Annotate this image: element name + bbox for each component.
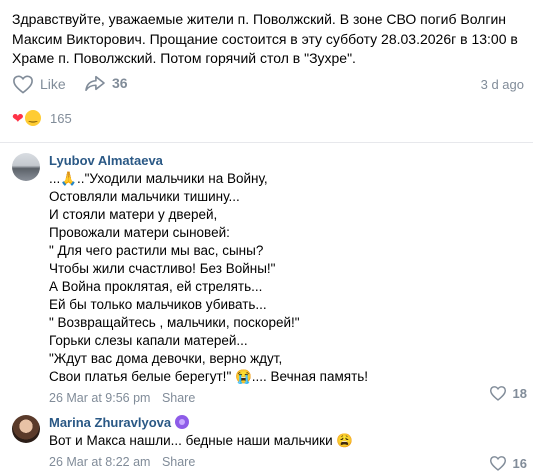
post-actions: Like 36 3 d ago [12,74,524,98]
post-text: Здравствуйте, уважаемые жители п. Поволж… [12,11,518,66]
comment-body: Marina Zhuravlyova Вот и Макса нашли... … [49,415,527,470]
comment-share-button[interactable]: Share [162,391,195,405]
like-button[interactable]: Like [12,74,66,94]
reactions-count: 165 [50,110,72,126]
avatar[interactable] [12,415,40,443]
comment-meta: 26 Mar at 8:22 am Share [49,454,527,470]
comment-like-count: 16 [512,455,527,471]
comment-time[interactable]: 26 Mar at 8:22 am [49,455,150,469]
divider [0,142,533,143]
comment-like-count: 18 [512,385,527,401]
comment-text: ...🙏.."Уходили мальчики на Войну, Остовл… [49,171,369,384]
comment-time[interactable]: 26 Mar at 9:56 pm [49,391,150,405]
crying-face-reaction-icon: ‿ [24,109,42,127]
reactions-summary[interactable]: ❤ ‿ 165 [12,108,72,128]
share-button[interactable]: 36 [84,74,128,92]
comment-body: Lyubov Almataeva ...🙏.."Уходили мальчики… [49,153,527,406]
verified-badge-icon [175,415,190,429]
heart-outline-icon [489,386,506,401]
share-count: 36 [112,75,128,91]
comment-like-button[interactable]: 18 [489,385,527,401]
comment-author[interactable]: Marina Zhuravlyova [49,415,171,430]
share-arrow-icon [85,75,105,92]
comment-author[interactable]: Lyubov Almataeva [49,153,527,169]
heart-outline-icon [13,75,33,94]
comment-like-button[interactable]: 16 [489,455,527,471]
reaction-icons: ❤ ‿ [12,108,44,128]
like-label: Like [40,76,66,92]
comment-author-line: Marina Zhuravlyova [49,415,527,431]
comment-text: Вот и Макса нашли... бедные наши мальчик… [49,433,354,448]
comment-meta: 26 Mar at 9:56 pm Share [49,390,527,406]
post-time: 3 d ago [480,77,524,92]
avatar[interactable] [12,153,40,181]
heart-reaction-icon: ❤ [12,110,24,126]
comment-share-button[interactable]: Share [162,455,195,469]
heart-outline-icon [489,456,506,471]
